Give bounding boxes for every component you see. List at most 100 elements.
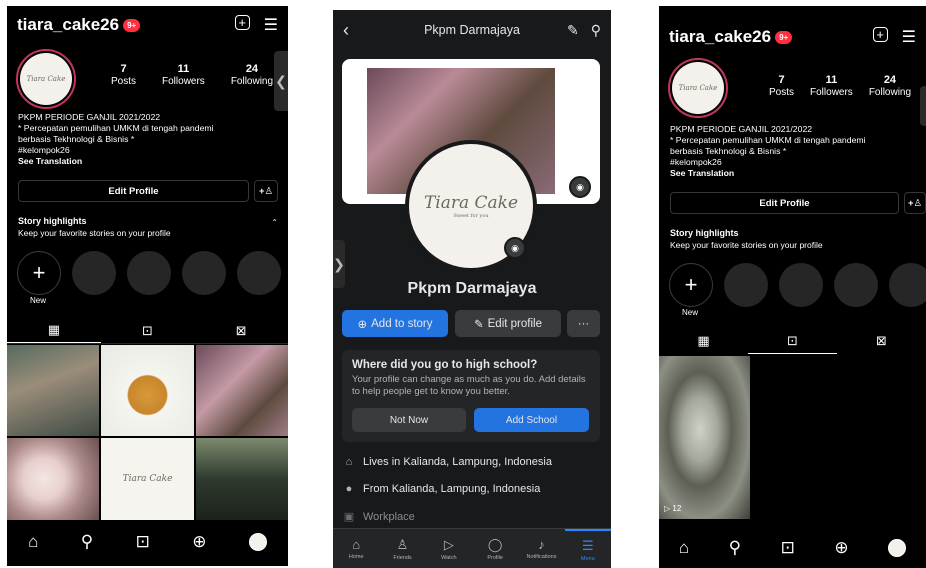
stat-posts[interactable]: 7 Posts <box>769 74 794 98</box>
menu-icon[interactable]: ☰ <box>902 27 916 47</box>
home-icon: ⌂ <box>352 537 361 552</box>
high-school-text: Your profile can change as much as you d… <box>352 374 586 397</box>
menu-icon[interactable]: ☰ <box>264 15 278 35</box>
profile-stats: 7 Posts 11 Followers 24 Following <box>769 74 911 98</box>
ig-header: tiara_cake26 9+ + ☰ <box>7 8 288 42</box>
tagged-tab-icon[interactable]: ⊠ <box>194 318 288 343</box>
back-icon[interactable]: ‹ <box>343 20 349 41</box>
workplace-row[interactable]: ▣ Workplace <box>343 510 415 524</box>
menu-icon: ☰ <box>581 537 594 553</box>
post-thumbnail[interactable] <box>196 345 288 436</box>
search-icon[interactable]: ⚲ <box>81 532 93 552</box>
profile-logo-subtext: Sweet for you <box>453 213 489 219</box>
grid-tab-icon[interactable]: ▦ <box>7 318 101 343</box>
stat-following[interactable]: 24 Following <box>231 63 273 87</box>
instagram-profile-screen-grid: tiara_cake26 9+ + ☰ Tiara Cake 7 Posts 11… <box>7 6 288 566</box>
reel-thumbnail[interactable] <box>659 356 750 519</box>
collapse-chevron-icon[interactable]: ⌃ <box>271 218 278 227</box>
new-highlight-button[interactable]: + <box>669 263 713 307</box>
search-icon[interactable]: ⚲ <box>729 538 741 558</box>
high-school-card: Where did you go to high school? Your pr… <box>342 350 600 442</box>
profile-avatar-icon[interactable] <box>248 533 267 551</box>
ig-username[interactable]: tiara_cake26 <box>669 27 771 47</box>
post-thumbnail[interactable] <box>196 438 288 520</box>
tagged-tab-icon[interactable]: ⊠ <box>837 328 926 354</box>
reels-tab-icon[interactable]: ⊡ <box>101 318 195 343</box>
notification-badge: 9+ <box>123 18 141 32</box>
pencil-icon: ✎ <box>474 318 484 331</box>
profile-avatar-icon[interactable] <box>888 539 907 557</box>
profile-camera-icon[interactable]: ◉ <box>504 237 526 259</box>
plus-circle-icon: ⊕ <box>357 318 368 331</box>
create-icon[interactable]: + <box>872 27 888 42</box>
ig-username[interactable]: tiara_cake26 <box>17 15 119 35</box>
nav-notifications[interactable]: ♪ Notifications <box>518 529 564 568</box>
edit-profile-button[interactable]: Edit Profile <box>18 180 249 202</box>
high-school-title: Where did you go to high school? <box>352 359 538 371</box>
reels-icon[interactable]: ⊡ <box>781 538 795 558</box>
grid-tab-icon[interactable]: ▦ <box>659 328 748 354</box>
edit-profile-button[interactable]: ✎ Edit profile <box>455 310 561 337</box>
add-to-story-button[interactable]: ⊕ Add to story <box>342 310 448 337</box>
ig-header: tiara_cake26 9+ + ☰ <box>659 20 926 54</box>
location-pin-icon: ● <box>345 483 353 495</box>
fb-profile-name: Pkpm Darmajaya <box>407 280 537 297</box>
add-school-button[interactable]: Add School <box>474 408 589 432</box>
nav-profile[interactable]: ◯ Profile <box>472 529 518 568</box>
reel-view-count: ▷ 12 <box>664 504 682 513</box>
highlight-placeholder <box>779 263 823 307</box>
new-highlight-button[interactable]: + <box>17 251 61 295</box>
post-thumbnail-logo[interactable]: Tiara Cake <box>101 438 194 520</box>
shop-icon[interactable]: ⊕ <box>834 538 848 558</box>
side-collapse-tab[interactable]: ❮ <box>274 51 288 111</box>
more-options-button[interactable]: ··· <box>567 310 600 337</box>
search-icon[interactable]: ⚲ <box>591 22 601 39</box>
post-thumbnail[interactable] <box>7 345 99 436</box>
nav-friends[interactable]: ♙ Friends <box>379 529 425 568</box>
stat-followers[interactable]: 11 Followers <box>162 63 205 87</box>
edit-profile-button[interactable]: Edit Profile <box>670 192 899 214</box>
shop-icon[interactable]: ⊕ <box>192 532 206 552</box>
highlight-placeholder <box>182 251 226 295</box>
nav-home[interactable]: ⌂ Home <box>333 529 379 568</box>
highlight-placeholder <box>237 251 281 295</box>
reels-icon[interactable]: ⊡ <box>136 532 150 552</box>
add-person-icon[interactable]: +♙ <box>904 192 926 214</box>
see-translation-link[interactable]: See Translation <box>18 156 214 167</box>
create-icon[interactable]: + <box>234 15 250 30</box>
home-icon[interactable]: ⌂ <box>679 538 689 558</box>
briefcase-icon: ▣ <box>343 511 355 523</box>
profile-tabs: ▦ ⊡ ⊠ <box>659 328 926 354</box>
play-icon: ▷ <box>664 504 671 513</box>
stat-posts[interactable]: 7 Posts <box>111 63 136 87</box>
add-person-icon[interactable]: +♙ <box>254 180 278 202</box>
story-highlights-subtitle: Keep your favorite stories on your profi… <box>670 240 823 250</box>
stat-followers[interactable]: 11 Followers <box>810 74 853 98</box>
highlight-placeholder <box>724 263 768 307</box>
avatar[interactable]: Tiara Cake <box>668 58 728 118</box>
post-thumbnail[interactable] <box>101 345 194 436</box>
side-collapse-tab[interactable] <box>920 86 926 126</box>
highlight-placeholder <box>127 251 171 295</box>
new-highlight-label: New <box>30 296 47 305</box>
new-highlight-label: New <box>682 308 699 317</box>
home-icon[interactable]: ⌂ <box>28 532 38 552</box>
stat-following[interactable]: 24 Following <box>869 74 911 98</box>
profile-bio: PKPM PERIODE GANJIL 2021/2022 * Percepat… <box>18 112 214 167</box>
not-now-button[interactable]: Not Now <box>352 408 466 432</box>
nav-menu[interactable]: ☰ Menu <box>564 529 611 568</box>
avatar-logo: Tiara Cake <box>672 62 724 114</box>
profile-tabs: ▦ ⊡ ⊠ <box>7 318 288 344</box>
nav-watch[interactable]: ▷ Watch <box>426 529 472 568</box>
fb-bottom-navigation: ⌂ Home ♙ Friends ▷ Watch ◯ Profile ♪ Notifica… <box>333 528 611 568</box>
bell-icon: ♪ <box>538 537 545 552</box>
edit-pencil-icon[interactable]: ✎ <box>567 22 579 39</box>
fb-header: ‹ Pkpm Darmajaya ✎ ⚲ <box>333 10 611 50</box>
cover-camera-icon[interactable]: ◉ <box>569 176 591 198</box>
story-highlights-title: Story highlights <box>670 228 739 238</box>
post-thumbnail[interactable] <box>7 438 99 520</box>
avatar[interactable]: Tiara Cake <box>16 49 76 109</box>
instagram-profile-screen-reels: tiara_cake26 9+ + ☰ Tiara Cake 7 Posts 11… <box>659 6 926 568</box>
see-translation-link[interactable]: See Translation <box>670 168 866 179</box>
reels-tab-icon[interactable]: ⊡ <box>748 328 837 354</box>
